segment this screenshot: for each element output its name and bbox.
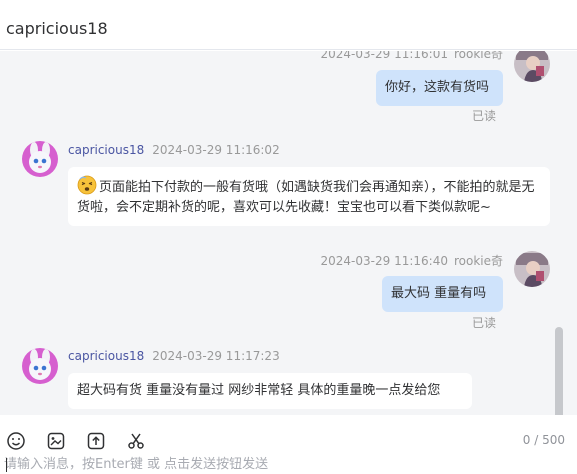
message-text: 你好，这款有货吗 <box>385 80 490 95</box>
message-text: 最大码 重量有吗 <box>391 286 487 301</box>
input-toolbar: 0 / 500 <box>0 425 577 455</box>
message-bubble[interactable]: 超大码有货 重量没有量过 网纱非常轻 具体的重量晚一点发给您 <box>68 373 472 409</box>
user-photo-avatar-icon <box>514 51 550 82</box>
message-bubble[interactable]: 最大码 重量有吗 <box>382 276 503 312</box>
message-input[interactable] <box>4 454 564 474</box>
bunny-avatar-icon <box>22 348 58 384</box>
scrollbar-thumb[interactable] <box>555 327 563 415</box>
message-text: 超大码有货 重量没有量过 网纱非常轻 具体的重量晚一点发给您 <box>77 383 441 398</box>
avatar-capricious <box>22 141 58 177</box>
user-photo-avatar-icon <box>514 251 550 287</box>
dizzy-face-emoji-icon <box>77 175 97 195</box>
message-meta: 2024-03-29 11:16:01 rookie奇 <box>321 51 503 62</box>
sender-name: capricious18 <box>68 349 145 363</box>
char-counter: 0 / 500 <box>522 433 565 447</box>
message-text: 页面能拍下付款的一般有货哦（如遇缺货我们会再通知亲），不能拍的就是无货啦，会不定… <box>77 180 535 215</box>
avatar-capricious <box>22 348 58 384</box>
sender-name: rookie奇 <box>453 51 503 61</box>
text-caret <box>6 458 7 472</box>
image-icon[interactable] <box>46 431 66 451</box>
chat-title: capricious18 <box>6 19 108 38</box>
avatar-rookie <box>514 251 550 287</box>
read-status: 已读 <box>472 316 497 330</box>
message-time: 2024-03-29 11:16:40 <box>320 254 448 268</box>
avatar-rookie <box>514 51 550 82</box>
upload-icon[interactable] <box>86 431 106 451</box>
read-status: 已读 <box>472 109 497 123</box>
message-meta: capricious18 2024-03-29 11:16:02 <box>68 143 280 157</box>
sender-name: capricious18 <box>68 143 145 157</box>
sender-name: rookie奇 <box>453 254 503 268</box>
message-meta: capricious18 2024-03-29 11:17:23 <box>68 349 280 363</box>
message-meta: 2024-03-29 11:16:40 rookie奇 <box>321 252 503 269</box>
scissors-icon[interactable] <box>126 431 146 451</box>
chat-header: capricious18 <box>0 0 577 50</box>
message-time: 2024-03-29 11:16:02 <box>152 143 280 157</box>
message-bubble[interactable]: 你好，这款有货吗 <box>376 70 503 106</box>
bunny-avatar-icon <box>22 141 58 177</box>
emoji-icon[interactable] <box>6 431 26 451</box>
message-bubble[interactable]: 页面能拍下付款的一般有货哦（如遇缺货我们会再通知亲），不能拍的就是无货啦，会不定… <box>68 167 550 226</box>
message-list[interactable]: 2024-03-29 11:16:01 rookie奇 你好，这款有货吗 已读 c… <box>0 51 577 415</box>
message-time: 2024-03-29 11:17:23 <box>152 349 280 363</box>
message-time: 2024-03-29 11:16:01 <box>320 51 448 61</box>
